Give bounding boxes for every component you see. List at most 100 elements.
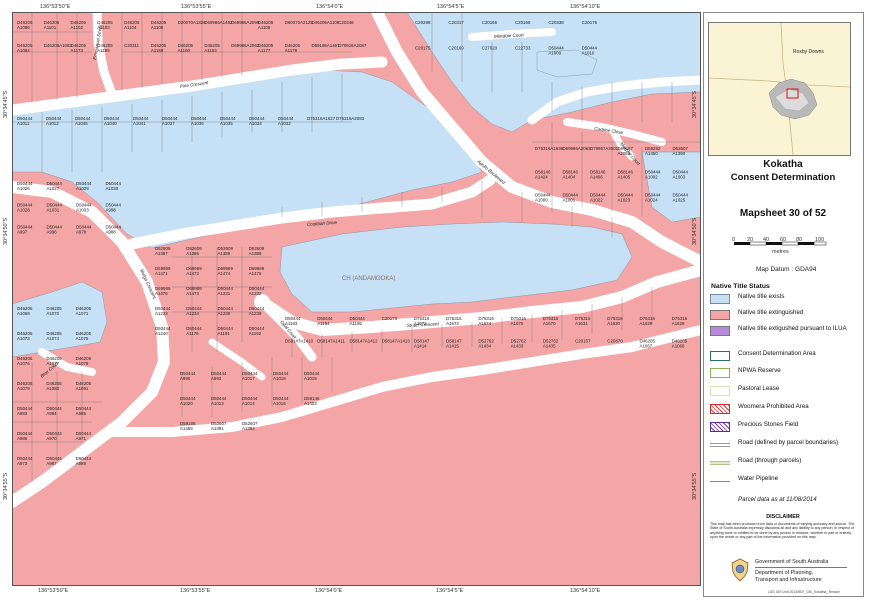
parcel-label: C20311: [124, 43, 140, 48]
legend-item: Pastoral Lease: [710, 384, 860, 398]
axis-left-label: 30°34'45"S: [3, 90, 9, 118]
parcel-label: D58147A1410: [285, 339, 314, 344]
inset-town-label: Roxby Downs: [793, 49, 824, 55]
axis-top-label: 136°53'50"E: [40, 4, 71, 10]
parcel-label: C20176: [582, 20, 598, 25]
legend-swatch: [710, 422, 730, 432]
legend-swatch: [710, 481, 730, 482]
footer-reference: LSG GIS Unit 20140807_030_Kokatha_Terrac…: [768, 590, 840, 594]
parcel-label: C22733: [515, 46, 531, 51]
legend-label: Road (defined by parcel boundaries): [738, 439, 839, 446]
parcel-label: C20173: [382, 316, 398, 321]
parcel-label: C20167: [575, 339, 591, 344]
map-title-line1: Kokatha: [763, 159, 803, 170]
parcel-label: D46205A1083: [44, 43, 73, 48]
parcel-label: C20338: [548, 20, 564, 25]
coat-of-arms-icon: [731, 558, 749, 582]
parcel-label: C20348: [338, 20, 354, 25]
legend-swatch: [710, 443, 730, 447]
parcel-label: D69986A2099: [231, 20, 260, 25]
scale-tick: 40: [763, 237, 770, 243]
government-logo-block: Government of South Australia Department…: [730, 556, 850, 588]
axis-bottom-label: 136°53'50"E: [38, 588, 69, 594]
legend-swatch: [710, 368, 730, 378]
gov-line3: Transport and Infrastructure: [755, 577, 822, 583]
map-page: D46205 A1086 D46205 A1101 D46205 A1102 D46205 A…: [0, 0, 873, 601]
scale-unit: metres: [772, 249, 789, 255]
parcel-label: C20175: [415, 46, 431, 51]
parcel-label: C20298: [415, 20, 431, 25]
axis-bottom-label: 136°54'10"E: [570, 588, 601, 594]
parcel-label: C20317: [448, 20, 464, 25]
legend-item: Road (through parcels): [710, 456, 860, 470]
parcel-label: D75316A1627: [307, 116, 336, 121]
parcel-label: D69986A1482: [204, 20, 233, 25]
legend-swatch: [710, 404, 730, 414]
legend-label: Precious Stones Field: [738, 421, 799, 428]
map-frame[interactable]: D46205 A1086D46205 A1101D46205 A1102D46205 A…: [12, 12, 701, 586]
parcel-label: D58147A1413: [382, 339, 411, 344]
scale-tick: 80: [796, 237, 803, 243]
legend-item: Road (defined by parcel boundaries): [710, 438, 860, 452]
mapsheet-label: Mapsheet 30 of 52: [739, 208, 827, 219]
legend-item: Woomera Prohibited Area: [710, 402, 860, 416]
disclaimer-title: DISCLAIMER: [766, 514, 800, 520]
axis-right-label: 30°34'50"S: [692, 217, 698, 245]
legend-label: NPWA Reserve: [738, 367, 781, 374]
parcel-label: D75316A2083: [336, 116, 365, 121]
legend-label: Water Pipeline: [738, 475, 779, 482]
parcel-label: C20870: [607, 339, 623, 344]
axis-top-label: 136°54'10"E: [570, 4, 601, 10]
scale-tick: 100: [815, 237, 825, 243]
parcel-label: D59186A1467: [311, 43, 340, 48]
map-title-line2: Consent Determination: [730, 172, 836, 183]
parcel-label: C27020: [482, 46, 498, 51]
legend-label: Pastoral Lease: [738, 385, 780, 392]
parcel-label: D69986A2063: [563, 146, 592, 151]
axis-left-label: 30°34'50"S: [3, 217, 9, 245]
legend-swatch: [710, 310, 730, 320]
scale-tick: 0: [732, 237, 736, 243]
disclaimer-text: This map has been produced from data or …: [710, 522, 855, 539]
parcel-label: D60070A2125: [285, 20, 314, 25]
legend-item: Water Pipeline: [710, 474, 860, 488]
legend-swatch: [710, 294, 730, 304]
parcel-label: C20168: [515, 20, 531, 25]
legend-item: NPWA Reserve: [710, 366, 860, 380]
parcel-label: D58147A1412: [349, 339, 378, 344]
parcel-label: D46205A1109: [311, 20, 339, 25]
gov-line1: Government of South Australia: [755, 559, 829, 565]
legend-swatch: [710, 326, 730, 336]
legend-item: Native title extinguished: [710, 308, 860, 322]
legend-item: Precious Stones Field: [710, 420, 860, 434]
legend-item: Native title extigushed pursuant to ILUA: [710, 324, 860, 338]
parcel-label: D20070A1826: [178, 20, 207, 25]
legend-item: Consent Determination Area: [710, 349, 860, 363]
scale-tick: 20: [747, 237, 754, 243]
scale-tick: 60: [780, 237, 787, 243]
axis-top-label: 136°54'0"E: [316, 4, 344, 10]
legend-swatch: [710, 386, 730, 396]
parcel-label: C20169: [448, 46, 464, 51]
map-datum: Map Datum : GDA94: [756, 266, 817, 273]
legend-label: Native title extigushed pursuant to ILUA: [738, 325, 847, 332]
legend-swatch: [710, 461, 730, 465]
parcel-label: D75316A1636: [535, 146, 564, 151]
axis-bottom-label: 136°54'5"E: [436, 588, 464, 594]
axis-right-label: 30°34'55"S: [692, 472, 698, 500]
inset-map-graphic: Roxby Downs: [709, 23, 850, 155]
inset-locator-map[interactable]: Roxby Downs: [708, 22, 851, 156]
parcel-label: D69986A2062: [231, 43, 260, 48]
legend-label: Road (through parcels): [738, 457, 802, 464]
parcel-label: D58147A1411: [317, 339, 345, 344]
gov-line2: Department of Planning,: [755, 570, 814, 576]
legend-label: Native title exists: [738, 293, 785, 300]
legend-label: Woomera Prohibited Area: [738, 403, 809, 410]
legend-header: Native Title Status: [711, 283, 770, 290]
parcel-label: C20166: [482, 20, 498, 25]
park-label: CH (ANDAMOOKA): [342, 276, 395, 282]
axis-bottom-label: 136°54'0"E: [315, 588, 343, 594]
parcel-label: D70916A2087: [338, 43, 367, 48]
axis-top-label: 136°53'55"E: [181, 4, 212, 10]
axis-right-label: 30°34'45"S: [692, 90, 698, 118]
